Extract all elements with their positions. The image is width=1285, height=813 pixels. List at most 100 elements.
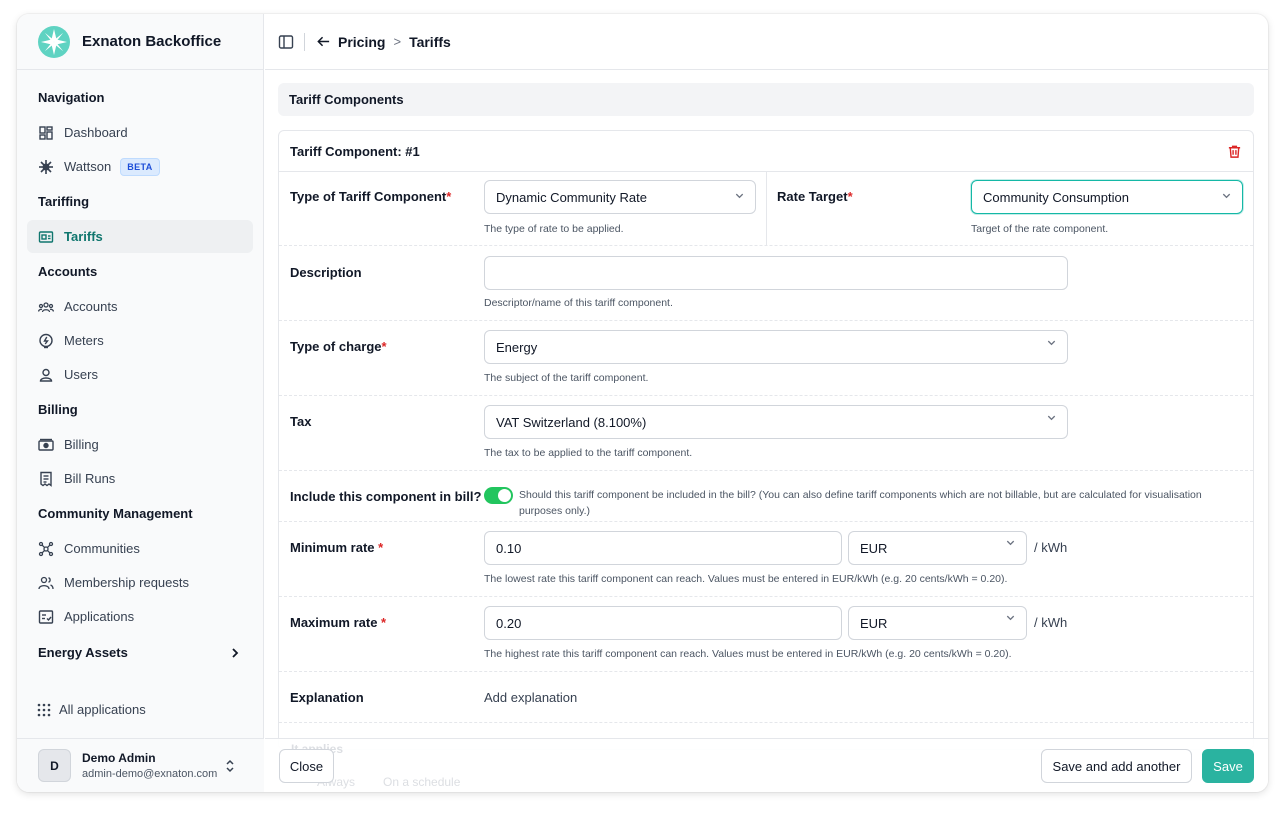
sidebar-item-label: Wattson (64, 159, 112, 174)
sidebar-item-label: Bill Runs (64, 471, 116, 486)
breadcrumb-pricing[interactable]: Pricing (338, 34, 385, 50)
close-button[interactable]: Close (279, 749, 334, 783)
brand[interactable]: Exnaton Backoffice (17, 14, 263, 70)
min-rate-help: The lowest rate this tariff component ca… (484, 573, 1008, 585)
rate-target-value: Community Consumption (983, 189, 1129, 205)
description-help: Descriptor/name of this tariff component… (484, 297, 673, 309)
save-and-add-another-button[interactable]: Save and add another (1041, 749, 1192, 783)
sidebar: Exnaton Backoffice Navigation Dashboard … (17, 14, 264, 792)
sidebar-item-tariffs[interactable]: Tariffs (27, 220, 253, 253)
rate-target-select[interactable]: Community Consumption (971, 180, 1243, 214)
ghost-option-schedule: On a schedule (383, 775, 461, 789)
sidebar-item-dashboard[interactable]: Dashboard (27, 116, 253, 149)
user-menu[interactable]: D Demo Admin admin-demo@exnaton.com (17, 738, 264, 792)
sidebar-item-communities[interactable]: Communities (27, 532, 253, 565)
avatar: D (38, 749, 71, 782)
breadcrumb-separator: > (393, 34, 402, 49)
sidebar-item-wattson[interactable]: Wattson BETA (27, 150, 253, 183)
row-charge: Type of charge* Energy The subject of th… (279, 321, 1253, 396)
all-applications-link[interactable]: All applications (37, 702, 146, 717)
membership-icon (38, 576, 54, 589)
tax-label: Tax (290, 414, 312, 429)
min-rate-input[interactable]: 0.10 (484, 531, 842, 565)
max-rate-help: The highest rate this tariff component c… (484, 648, 1012, 660)
sidebar-item-label: Membership requests (64, 575, 189, 590)
brand-name: Exnaton Backoffice (82, 33, 222, 50)
min-currency-value: EUR (860, 540, 888, 556)
accounts-icon (38, 301, 54, 312)
main-panel: Pricing > Tariffs Tariff Components Tari… (265, 14, 1268, 792)
all-applications-label: All applications (59, 702, 146, 717)
sidebar-item-users[interactable]: Users (27, 358, 253, 391)
bill-runs-icon (40, 471, 52, 487)
user-email: admin-demo@exnaton.com (82, 768, 218, 780)
tariff-component-card: Tariff Component: #1 Type of Tariff Comp… (278, 130, 1254, 750)
row-min-rate: Minimum rate * 0.10 EUR / kWh The lowest… (279, 522, 1253, 597)
type-select-value: Dynamic Community Rate (496, 189, 647, 205)
sidebar-item-label: Communities (64, 541, 140, 556)
max-rate-value: 0.20 (496, 615, 522, 631)
row-tax: Tax VAT Switzerland (8.100%) The tax to … (279, 396, 1253, 471)
nav-section-accounts: Accounts (38, 264, 98, 279)
sidebar-item-bill-runs[interactable]: Bill Runs (27, 462, 253, 495)
chevron-down-icon (1006, 540, 1015, 546)
section-title: Tariff Components (278, 83, 1254, 116)
row-include: Include this component in bill? Should t… (279, 471, 1253, 522)
sidebar-item-meters[interactable]: Meters (27, 324, 253, 357)
nav-section-label: Energy Assets (38, 645, 128, 660)
description-label: Description (290, 265, 362, 280)
billing-icon (38, 438, 54, 451)
form-footer: It applies Always On a schedule Close Sa… (265, 738, 1268, 792)
min-rate-currency-select[interactable]: EUR (848, 531, 1027, 565)
topbar: Pricing > Tariffs (265, 14, 1268, 70)
nav-section-energy-assets[interactable]: Energy Assets (27, 635, 253, 670)
row-description: Description Descriptor/name of this tari… (279, 246, 1253, 321)
back-arrow-icon[interactable] (316, 34, 331, 49)
chevron-down-icon (1222, 193, 1231, 199)
beta-badge: BETA (120, 157, 160, 176)
dashboard-icon (39, 125, 53, 140)
sidebar-item-label: Dashboard (64, 125, 128, 140)
nav-section-navigation: Navigation (38, 90, 105, 105)
user-icon (39, 368, 53, 382)
max-rate-currency-select[interactable]: EUR (848, 606, 1027, 640)
type-label: Type of Tariff Component* (290, 189, 452, 204)
include-toggle[interactable] (484, 487, 513, 504)
user-name: Demo Admin (82, 751, 156, 765)
max-currency-value: EUR (860, 615, 888, 631)
sidebar-item-label: Users (64, 367, 98, 382)
include-label: Include this component in bill? (290, 489, 482, 504)
card-title: Tariff Component: #1 (290, 143, 420, 159)
chevron-down-icon (1006, 615, 1015, 621)
sidebar-item-accounts[interactable]: Accounts (27, 290, 253, 323)
tax-select-value: VAT Switzerland (8.100%) (496, 414, 647, 430)
row-type-rate-target: Type of Tariff Component* Dynamic Commun… (279, 172, 1253, 246)
min-rate-unit: / kWh (1034, 540, 1068, 555)
trash-icon[interactable] (1227, 144, 1242, 159)
meter-icon (39, 333, 53, 348)
sidebar-item-billing[interactable]: Billing (27, 428, 253, 461)
min-rate-label: Minimum rate * (290, 540, 384, 555)
sidebar-item-membership-requests[interactable]: Membership requests (27, 566, 253, 599)
breadcrumb-tariffs: Tariffs (409, 33, 451, 50)
save-button[interactable]: Save (1202, 749, 1254, 783)
applications-icon (38, 609, 54, 624)
sidebar-item-label: Applications (64, 609, 135, 624)
nav-section-community: Community Management (38, 506, 193, 521)
charge-help: The subject of the tariff component. (484, 372, 649, 384)
type-select[interactable]: Dynamic Community Rate (484, 180, 756, 214)
sidebar-toggle-icon[interactable] (278, 34, 294, 50)
tax-select[interactable]: VAT Switzerland (8.100%) (484, 405, 1068, 439)
nav-section-tariffing: Tariffing (38, 194, 90, 209)
sidebar-item-applications[interactable]: Applications (27, 600, 253, 633)
min-rate-value: 0.10 (496, 540, 522, 556)
add-explanation-link[interactable]: Add explanation (484, 690, 577, 705)
card-header: Tariff Component: #1 (279, 131, 1253, 172)
chevron-up-down-icon[interactable] (224, 758, 236, 774)
charge-label: Type of charge* (290, 339, 387, 354)
column-divider (766, 172, 767, 245)
max-rate-input[interactable]: 0.20 (484, 606, 842, 640)
chevron-right-icon (232, 647, 239, 658)
description-input[interactable] (484, 256, 1068, 290)
charge-select[interactable]: Energy (484, 330, 1068, 364)
